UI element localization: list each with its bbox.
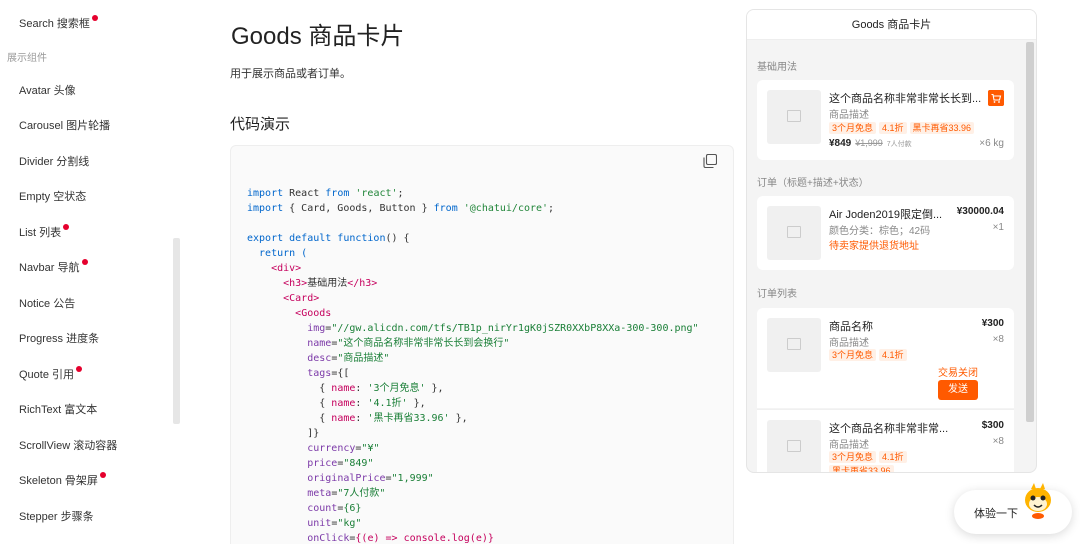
goods-card-order-list-2[interactable]: 这个商品名称非常非常... $300 商品描述 ×8 3个月免息 4.1折 黑卡… — [757, 409, 1014, 472]
goods-tag: 黑卡再省33.96 — [829, 465, 894, 472]
preview-panel: Goods 商品卡片 基础用法 这个商品名称非常非常长长到... 商品描述 3个… — [746, 9, 1037, 473]
sidebar-item-notice[interactable]: Notice 公告 — [19, 294, 75, 314]
sidebar-item-scrollview[interactable]: ScrollView 滚动容器 — [19, 436, 117, 456]
new-dot-icon — [81, 259, 88, 265]
goods-meta: 7人付款 — [886, 141, 912, 148]
page-title: Goods 商品卡片 — [231, 23, 405, 50]
sidebar-item-avatar[interactable]: Avatar 头像 — [19, 81, 76, 101]
sidebar-item-search[interactable]: Search 搜索框 — [19, 14, 98, 34]
goods-card-order-list[interactable]: 商品名称 ¥300 商品描述 ×8 3个月免息 4.1折 交易关闭 发送 — [757, 308, 1014, 408]
sidebar: Search 搜索框 展示组件 Avatar 头像 Carousel 图片轮播 … — [0, 0, 182, 544]
goods-desc: 商品描述 — [829, 338, 869, 349]
sidebar-item-stepper[interactable]: Stepper 步骤条 — [19, 507, 94, 527]
code-block: import React from 'react'; import { Card… — [230, 145, 734, 544]
goods-tag: 4.1折 — [879, 349, 907, 361]
goods-card-order[interactable]: Air Joden2019限定倒... ¥30000.04 颜色分类：棕色；42… — [757, 196, 1014, 270]
goods-thumbnail — [767, 318, 821, 372]
new-dot-icon — [76, 366, 83, 372]
new-dot-icon — [63, 224, 70, 230]
sidebar-item-list[interactable]: List 列表 — [19, 223, 70, 243]
goods-tag: 3个月免息 — [829, 451, 877, 463]
goods-tag: 黑卡再省33.96 — [909, 122, 975, 134]
goods-desc: 商品描述 — [829, 440, 869, 451]
order-status: 交易关闭 — [938, 368, 978, 379]
goods-thumbnail — [767, 206, 821, 260]
goods-name: 这个商品名称非常非常长长到... — [829, 93, 982, 105]
goods-count: ×1 — [992, 222, 1004, 233]
goods-count: ×8 — [992, 436, 1004, 447]
goods-price: $300 — [981, 420, 1004, 431]
image-placeholder-icon — [787, 110, 801, 122]
goods-tags: 3个月免息 4.1折 — [829, 349, 907, 361]
goods-tags: 3个月免息 4.1折 黑卡再省33.96 — [829, 122, 975, 134]
goods-name: Air Joden2019限定倒... — [829, 209, 943, 221]
sidebar-item-richtext[interactable]: RichText 富文本 — [19, 400, 97, 420]
goods-price: ¥30000.04 — [956, 206, 1004, 217]
order-status: 待卖家提供退货地址 — [829, 241, 919, 252]
goods-tag: 4.1折 — [879, 122, 907, 134]
main-content: Goods 商品卡片 用于展示商品或者订单。 代码演示 import React… — [230, 0, 740, 544]
goods-price: ¥849 ¥1,999 7人付款 — [829, 138, 912, 149]
sidebar-item-quote[interactable]: Quote 引用 — [19, 365, 83, 385]
image-placeholder-icon — [787, 338, 801, 350]
cart-icon[interactable] — [988, 90, 1004, 106]
preview-scrollbar[interactable] — [1026, 42, 1034, 422]
goods-desc: 颜色分类：棕色；42码 — [829, 226, 931, 237]
preview-section-order: 订单（标题+描述+状态） — [757, 178, 869, 189]
sidebar-item-skeleton[interactable]: Skeleton 骨架屏 — [19, 471, 106, 491]
new-dot-icon — [99, 472, 106, 478]
mascot-icon — [1025, 483, 1051, 519]
sidebar-item-progress[interactable]: Progress 进度条 — [19, 329, 99, 349]
goods-tags: 3个月免息 4.1折 — [829, 451, 907, 463]
goods-tags: 黑卡再省33.96 — [829, 465, 894, 472]
page-description: 用于展示商品或者订单。 — [230, 68, 351, 80]
code-content: import React from 'react'; import { Card… — [247, 188, 699, 544]
preview-section-basic: 基础用法 — [757, 62, 797, 73]
goods-card-basic[interactable]: 这个商品名称非常非常长长到... 商品描述 3个月免息 4.1折 黑卡再省33.… — [757, 80, 1014, 160]
image-placeholder-icon — [787, 440, 801, 452]
goods-price: ¥300 — [981, 318, 1004, 329]
new-dot-icon — [91, 15, 98, 21]
sidebar-group-display: 展示组件 — [7, 53, 47, 64]
preview-section-order-list: 订单列表 — [757, 289, 797, 300]
goods-name: 这个商品名称非常非常... — [829, 423, 949, 435]
goods-count: ×6 kg — [979, 138, 1004, 149]
goods-tag: 3个月免息 — [829, 122, 877, 134]
sidebar-item-empty[interactable]: Empty 空状态 — [19, 187, 86, 207]
sidebar-item-divider[interactable]: Divider 分割线 — [19, 152, 89, 172]
sidebar-item-carousel[interactable]: Carousel 图片轮播 — [19, 116, 110, 136]
copy-icon[interactable] — [703, 154, 717, 168]
try-it-button[interactable]: 体验一下 — [954, 483, 1072, 534]
image-placeholder-icon — [787, 226, 801, 238]
goods-tag: 3个月免息 — [829, 349, 877, 361]
goods-original-price: ¥1,999 — [855, 138, 883, 148]
goods-desc: 商品描述 — [829, 110, 869, 121]
try-it-label: 体验一下 — [974, 508, 1018, 520]
preview-header: Goods 商品卡片 — [747, 10, 1036, 40]
goods-tag: 4.1折 — [879, 451, 907, 463]
section-title: 代码演示 — [230, 116, 291, 133]
send-button[interactable]: 发送 — [938, 380, 978, 400]
sidebar-scrollbar[interactable] — [173, 238, 180, 424]
goods-count: ×8 — [992, 334, 1004, 345]
sidebar-item-navbar[interactable]: Navbar 导航 — [19, 258, 88, 278]
goods-name: 商品名称 — [829, 321, 873, 333]
goods-thumbnail — [767, 420, 821, 472]
goods-thumbnail — [767, 90, 821, 144]
